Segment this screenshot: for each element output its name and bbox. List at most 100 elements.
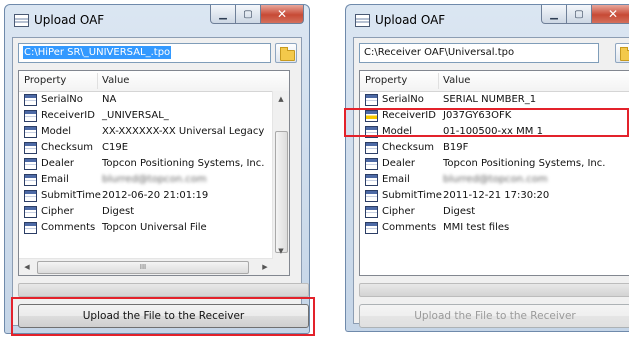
list-item[interactable]: Comments MMI test files [360, 220, 629, 236]
property-value: Topcon Positioning Systems, Inc. [443, 158, 606, 169]
window-title: Upload OAF [375, 13, 446, 27]
key-icon [365, 110, 378, 122]
property-value: MMI test files [443, 222, 510, 233]
property-value: Topcon Universal File [102, 222, 207, 233]
client-area: C:\Receiver OAF\Universal.tpo Property V… [353, 37, 629, 328]
column-header-value[interactable]: Value [102, 75, 129, 86]
list-item[interactable]: Dealer Topcon Positioning Systems, Inc. [360, 156, 629, 172]
list-item[interactable]: SerialNo SERIAL NUMBER_1 [360, 92, 629, 108]
upload-file-button[interactable]: Upload the File to the Receiver [18, 304, 309, 328]
column-header-property[interactable]: Property [365, 75, 407, 86]
file-path-text: C:\Receiver OAF\Universal.tpo [364, 47, 515, 58]
horizontal-scroll-thumb[interactable]: III [37, 261, 249, 274]
list-item[interactable]: Dealer Topcon Positioning Systems, Inc. [19, 156, 289, 172]
property-value: NA [102, 94, 117, 105]
property-value: XX-XXXXXX-XX Universal Legacy [102, 126, 265, 137]
column-divider[interactable] [97, 73, 98, 89]
property-icon [365, 142, 378, 154]
property-value: C19E [102, 142, 129, 153]
property-name: Dealer [41, 158, 75, 169]
column-header-value[interactable]: Value [443, 75, 470, 86]
minimize-button[interactable]: ▁ [210, 5, 236, 24]
browse-folder-button[interactable] [275, 43, 297, 63]
list-item[interactable]: Model XX-XXXXXX-XX Universal Legacy [19, 124, 289, 140]
scroll-up-icon[interactable]: ▲ [273, 91, 289, 107]
property-icon [365, 94, 378, 106]
property-name: Comments [382, 222, 437, 233]
window-frame: Upload OAF ▁ ▢ ✕ C:\HiPer SR\_UNIVERSAL_… [4, 4, 310, 334]
client-area: C:\HiPer SR\_UNIVERSAL_.tpo Property Val… [12, 37, 309, 328]
list-item[interactable]: ReceiverID _UNIVERSAL_ [19, 108, 289, 124]
list-item[interactable]: Comments Topcon Universal File [19, 220, 289, 236]
folder-icon [620, 47, 629, 61]
maximize-button[interactable]: ▢ [567, 5, 592, 24]
list-header: Property Value [19, 71, 289, 92]
upload-progress-bar [18, 283, 309, 297]
property-icon [24, 222, 37, 234]
property-icon [365, 174, 378, 186]
file-path-text: C:\HiPer SR\_UNIVERSAL_.tpo [23, 46, 172, 59]
property-name: ReceiverID [382, 110, 436, 121]
file-path-field[interactable]: C:\HiPer SR\_UNIVERSAL_.tpo [18, 43, 271, 63]
vertical-scroll-thumb[interactable] [275, 131, 288, 253]
property-icon [24, 110, 37, 122]
property-name: Checksum [41, 142, 94, 153]
file-path-field[interactable]: C:\Receiver OAF\Universal.tpo [359, 43, 599, 63]
property-icon [365, 222, 378, 234]
upload-file-button-disabled: Upload the File to the Receiver [359, 304, 629, 328]
close-icon: ✕ [607, 7, 619, 21]
close-button[interactable]: ✕ [261, 5, 304, 24]
scroll-corner [273, 259, 289, 275]
maximize-button[interactable]: ▢ [236, 5, 261, 24]
property-icon [24, 158, 37, 170]
property-value: Digest [443, 206, 476, 217]
minimize-button[interactable]: ▁ [541, 5, 567, 24]
property-name: SubmitTime [382, 190, 442, 201]
list-item[interactable]: SubmitTime 2011-12-21 17:30:20 [360, 188, 629, 204]
list-item[interactable]: Checksum B19F [360, 140, 629, 156]
horizontal-scrollbar[interactable]: ◀ III ▶ [19, 258, 273, 275]
list-item[interactable]: SubmitTime 2012-06-20 21:01:19 [19, 188, 289, 204]
close-button[interactable]: ✕ [592, 5, 629, 24]
vertical-scrollbar[interactable]: ▲ ▼ [272, 91, 289, 259]
property-icon [365, 190, 378, 202]
list-item[interactable]: Email blurred@topcon.com [19, 172, 289, 188]
property-name: ReceiverID [41, 110, 95, 121]
property-icon [24, 126, 37, 138]
property-name: SubmitTime [41, 190, 101, 201]
property-value: B19F [443, 142, 469, 153]
scroll-down-icon[interactable]: ▼ [273, 243, 289, 259]
upload-progress-bar [359, 283, 629, 297]
list-item[interactable]: Model 01-100500-xx MM 1 [360, 124, 629, 140]
property-icon [24, 206, 37, 218]
property-name: Cipher [41, 206, 74, 217]
property-value: J037GY63OFK [443, 110, 512, 121]
scroll-right-icon[interactable]: ▶ [257, 259, 273, 275]
property-name: Email [41, 174, 69, 185]
column-header-property[interactable]: Property [24, 75, 66, 86]
list-item[interactable]: Email blurred@topcon.com [360, 172, 629, 188]
list-item-selected[interactable]: ReceiverID J037GY63OFK [360, 108, 629, 124]
folder-icon [280, 47, 295, 61]
property-icon [24, 174, 37, 186]
scroll-left-icon[interactable]: ◀ [19, 259, 35, 275]
app-icon [14, 14, 29, 27]
column-divider[interactable] [438, 73, 439, 89]
minimize-icon: ▁ [550, 8, 558, 20]
list-item[interactable]: SerialNo NA [19, 92, 289, 108]
browse-folder-button[interactable] [615, 43, 629, 63]
property-value: 2012-06-20 21:01:19 [102, 190, 209, 201]
property-icon [24, 94, 37, 106]
properties-list[interactable]: Property Value SerialNo SERIAL NUMBER_1 R… [359, 70, 629, 276]
list-item[interactable]: Cipher Digest [360, 204, 629, 220]
list-item[interactable]: Checksum C19E [19, 140, 289, 156]
list-item[interactable]: Cipher Digest [19, 204, 289, 220]
property-name: Comments [41, 222, 96, 233]
property-value: Topcon Positioning Systems, Inc. [102, 158, 265, 169]
minimize-icon: ▁ [219, 8, 227, 20]
property-name: Dealer [382, 158, 416, 169]
properties-list[interactable]: Property Value SerialNo NA ReceiverID _UNI… [18, 70, 290, 276]
property-name: Model [41, 126, 72, 137]
caption-buttons: ▁ ▢ ✕ [541, 5, 629, 25]
app-icon [355, 14, 370, 27]
